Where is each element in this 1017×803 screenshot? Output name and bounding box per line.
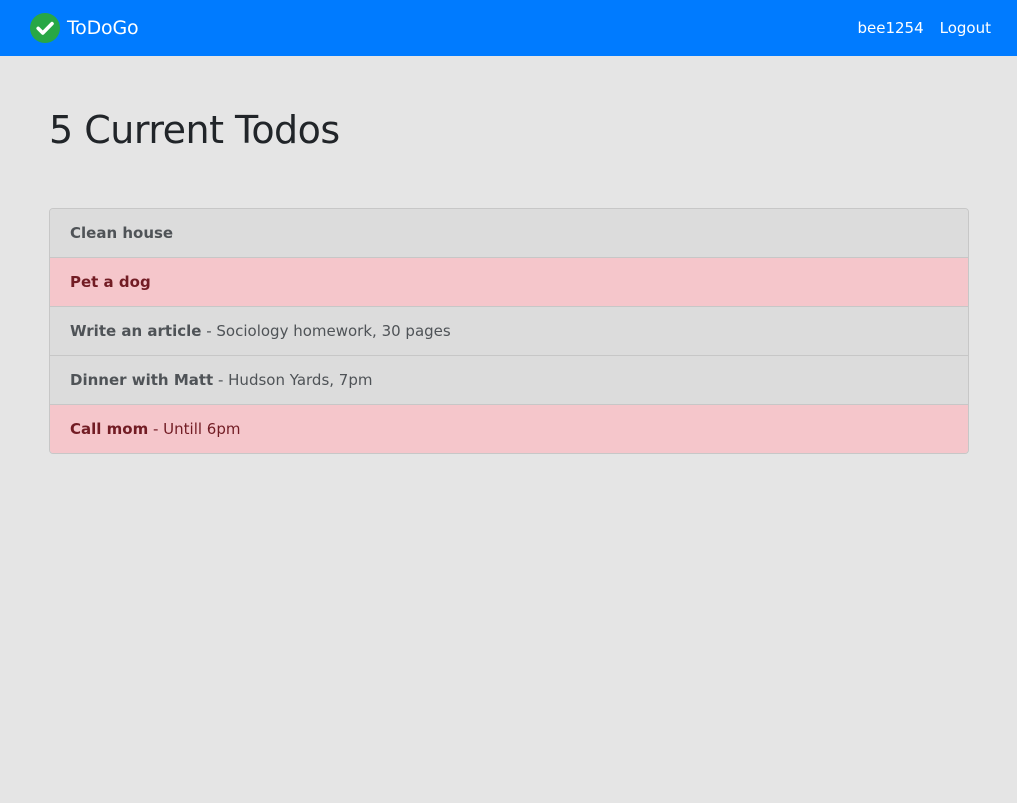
todo-title: Call mom	[70, 420, 149, 438]
todo-item[interactable]: Pet a dog	[50, 257, 968, 306]
todo-item[interactable]: Call mom - Untill 6pm	[50, 404, 968, 453]
todo-detail: Sociology homework, 30 pages	[216, 322, 451, 340]
username-link[interactable]: bee1254	[857, 19, 923, 37]
todo-separator: -	[148, 420, 164, 438]
user-nav: bee1254 Logout	[857, 19, 991, 37]
todo-separator: -	[201, 322, 217, 340]
main-content: 5 Current Todos Clean house Pet a dog Wr…	[0, 56, 1017, 454]
brand-name: ToDoGo	[67, 17, 139, 39]
todo-title: Clean house	[70, 224, 174, 242]
top-navbar: ToDoGo bee1254 Logout	[0, 0, 1017, 56]
todo-title: Pet a dog	[70, 273, 151, 291]
todo-title: Dinner with Matt	[70, 371, 214, 389]
brand-link[interactable]: ToDoGo	[30, 13, 139, 43]
todo-item[interactable]: Clean house	[50, 209, 968, 257]
page-title: 5 Current Todos	[49, 108, 340, 152]
todo-item[interactable]: Write an article - Sociology homework, 3…	[50, 306, 968, 355]
check-circle-icon	[30, 13, 60, 43]
todo-detail: Hudson Yards, 7pm	[228, 371, 373, 389]
todo-list: Clean house Pet a dog Write an article -…	[49, 208, 969, 454]
todo-title: Write an article	[70, 322, 202, 340]
todo-separator: -	[213, 371, 229, 389]
logout-link[interactable]: Logout	[940, 19, 991, 37]
todo-detail: Untill 6pm	[163, 420, 241, 438]
todo-item[interactable]: Dinner with Matt - Hudson Yards, 7pm	[50, 355, 968, 404]
